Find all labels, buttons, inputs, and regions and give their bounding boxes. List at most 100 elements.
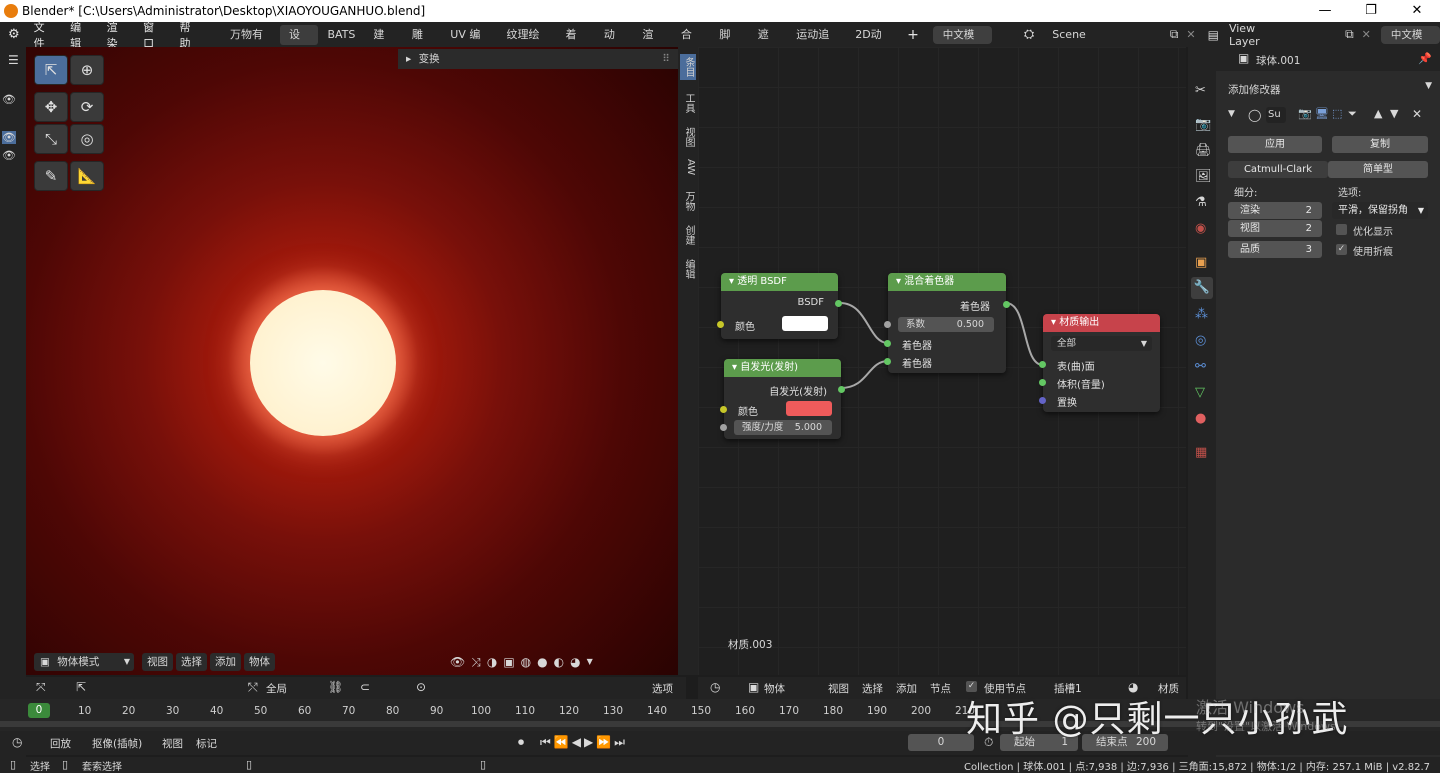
tab-workspace[interactable]: 2D动画 — [846, 25, 899, 61]
language-toggle-button[interactable]: 中文模式 — [932, 25, 992, 59]
input-socket[interactable] — [720, 406, 727, 413]
tab-workspace[interactable]: 着色 — [556, 25, 594, 61]
tab-workspace[interactable]: 建模 — [364, 25, 402, 61]
target-select[interactable]: 全部 ▼ — [1051, 336, 1152, 351]
input-socket[interactable] — [884, 340, 891, 347]
tab-workspace[interactable]: 纹理绘制 — [498, 25, 557, 61]
menu-node[interactable]: 节点 — [930, 681, 951, 696]
node-material-output[interactable]: ▾ 材质输出 全部 ▼ 表(曲)面 体积(音量) 置换 — [1039, 314, 1160, 412]
input-socket[interactable] — [884, 358, 891, 365]
tab-workspace[interactable]: 运动追踪 — [787, 25, 846, 61]
scene-name[interactable]: Scene — [1052, 28, 1086, 41]
menu-add[interactable]: 添加 — [896, 681, 917, 696]
node-transparent-bsdf[interactable]: ▾ 透明 BSDF BSDF 颜色 — [717, 273, 842, 339]
input-socket[interactable] — [1039, 379, 1046, 386]
transform-tool-icon[interactable]: ◎ — [70, 124, 104, 154]
pin-icon[interactable]: 📌 — [1418, 52, 1432, 65]
menu-select[interactable]: 选择 — [176, 653, 207, 671]
node-mix-shader[interactable]: ▾ 混合着色器 着色器 系数 0.500 着色器 着色器 — [884, 273, 1010, 373]
editmode-toggle-icon[interactable]: 📷 — [1298, 107, 1312, 120]
tab-edit[interactable]: 编辑 — [680, 256, 696, 282]
optimal-display-checkbox[interactable] — [1336, 224, 1347, 235]
color-swatch[interactable] — [786, 401, 832, 416]
node-emission[interactable]: ▾ 自发光(发射) 自发光(发射) 颜色 强度/力度 5.000 — [720, 359, 845, 439]
tab-aw[interactable]: AW — [680, 156, 696, 178]
playback-controls-icon[interactable]: ⏮⏪◀▶⏩⏭ — [540, 735, 628, 750]
move-down-icon[interactable]: ▼ — [1390, 107, 1398, 120]
output-socket[interactable] — [838, 386, 845, 393]
tab-view[interactable]: 视图 — [680, 124, 696, 150]
input-socket[interactable] — [1039, 361, 1046, 368]
tab-wanwu[interactable]: 万物 — [680, 188, 696, 214]
menu-select[interactable]: 选择 — [862, 681, 883, 696]
remove-view-layer-icon[interactable]: ✕ — [1362, 28, 1371, 41]
visibility-eye-icon[interactable]: 👁 — [2, 93, 16, 106]
transform-panel-header[interactable]: ▸ 变换 ⠿ — [398, 49, 678, 69]
tab-workspace[interactable]: 动画 — [595, 25, 633, 61]
cage-toggle-icon[interactable]: ⬚ — [1332, 107, 1342, 120]
texture-tab-icon[interactable]: ▦ — [1195, 445, 1207, 460]
blender-menu-icon[interactable]: ⚙ — [0, 27, 26, 42]
input-socket[interactable] — [717, 321, 724, 328]
drag-handle-icon[interactable]: ⠿ — [662, 49, 670, 69]
tab-workspace[interactable]: UV 编辑 — [441, 25, 497, 61]
output-socket[interactable] — [835, 300, 842, 307]
current-frame-field[interactable]: 0 — [908, 734, 974, 751]
rendered-shading-icon[interactable]: ◕ — [570, 653, 580, 671]
move-tool-icon[interactable]: ✥ — [34, 92, 68, 122]
physics-tab-icon[interactable]: ◎ — [1195, 333, 1206, 348]
proportional-edit-icon[interactable]: ⊙ — [416, 680, 426, 694]
transform-orientation-icon[interactable]: ⤧ — [36, 680, 46, 695]
view-layer-name[interactable]: View Layer — [1229, 22, 1285, 48]
world-tab-icon[interactable]: ◉ — [1195, 221, 1206, 236]
viewport-toggle-icon[interactable]: 🖥 — [1315, 107, 1329, 120]
menu-file[interactable]: 文件 — [26, 19, 62, 51]
catmull-clark-button[interactable]: Catmull-Clark — [1228, 161, 1328, 178]
record-icon[interactable]: ⏺ — [518, 735, 524, 750]
render-tab-icon[interactable]: 📷 — [1195, 117, 1211, 132]
render-levels-field[interactable]: 渲染 2 — [1228, 202, 1322, 219]
tab-workspace[interactable]: 合成 — [672, 25, 710, 61]
view-menu[interactable]: 视图 — [162, 736, 183, 751]
apply-button[interactable]: 应用 — [1228, 136, 1322, 153]
measure-tool-icon[interactable]: 📐 — [70, 161, 104, 191]
menu-object[interactable]: 物体 — [244, 653, 275, 671]
options-button[interactable]: 选项 — [652, 681, 673, 696]
snap-icon[interactable]: ⛓ — [328, 680, 343, 694]
filter-icon[interactable]: ⏷ — [1348, 107, 1357, 121]
select-mode-icon[interactable]: ⇱ — [76, 680, 86, 694]
node-header[interactable]: ▾ 自发光(发射) — [724, 359, 841, 377]
maximize-button[interactable]: ❐ — [1348, 0, 1394, 22]
copy-view-layer-icon[interactable]: ⧉ — [1345, 27, 1354, 42]
tab-create[interactable]: 创建 — [680, 222, 696, 248]
material-shading-icon[interactable]: ◐ — [554, 653, 564, 671]
collapse-arrow-icon[interactable]: ▼ — [1228, 109, 1235, 119]
object-tab-icon[interactable]: ▣ — [1195, 255, 1207, 270]
current-frame-indicator[interactable]: 0 — [28, 703, 50, 718]
menu-help[interactable]: 帮助 — [172, 19, 208, 51]
xray-icon[interactable]: ▣ — [503, 653, 514, 671]
solid-shading-icon[interactable]: ● — [537, 653, 547, 671]
scene-icon[interactable]: ⛭ — [1024, 27, 1034, 42]
mode-select[interactable]: ▣ 物体模式 ▼ — [34, 653, 134, 671]
visibility-icon[interactable]: 👁 — [450, 653, 465, 671]
tab-workspace-active[interactable]: 设计 — [279, 24, 319, 61]
snap-magnet-icon[interactable]: ⊂ — [360, 680, 370, 694]
quality-field[interactable]: 品质 3 — [1228, 241, 1322, 258]
modifier-tab-icon[interactable]: 🔧 — [1191, 277, 1213, 299]
input-socket[interactable] — [720, 424, 727, 431]
data-tab-icon[interactable]: ▽ — [1195, 385, 1205, 400]
visibility-eye-icon[interactable]: 👁 — [2, 149, 16, 162]
uv-smooth-select[interactable]: 平滑，保留拐角 ▼ — [1332, 202, 1428, 219]
overlay-icon[interactable]: ◑ — [487, 653, 497, 671]
menu-edit[interactable]: 编辑 — [62, 19, 98, 51]
copy-scene-icon[interactable]: ⧉ — [1170, 27, 1179, 42]
node-header[interactable]: ▾ 透明 BSDF — [721, 273, 838, 291]
tab-item[interactable]: 条目 — [680, 54, 696, 80]
rotate-tool-icon[interactable]: ⟳ — [70, 92, 104, 122]
3d-viewport[interactable]: ⇱ ⊕ ✥ ⟳ ⤡ ◎ ✎ 📐 ▸ 变换 ⠿ ▣ 物体模式 ▼ 视图 选择 添加… — [26, 47, 678, 675]
tab-workspace[interactable]: BATS — [318, 25, 364, 45]
orientation-select[interactable]: 全局 — [266, 681, 287, 696]
factor-field[interactable]: 系数 0.500 — [898, 317, 994, 332]
input-socket[interactable] — [884, 321, 891, 328]
